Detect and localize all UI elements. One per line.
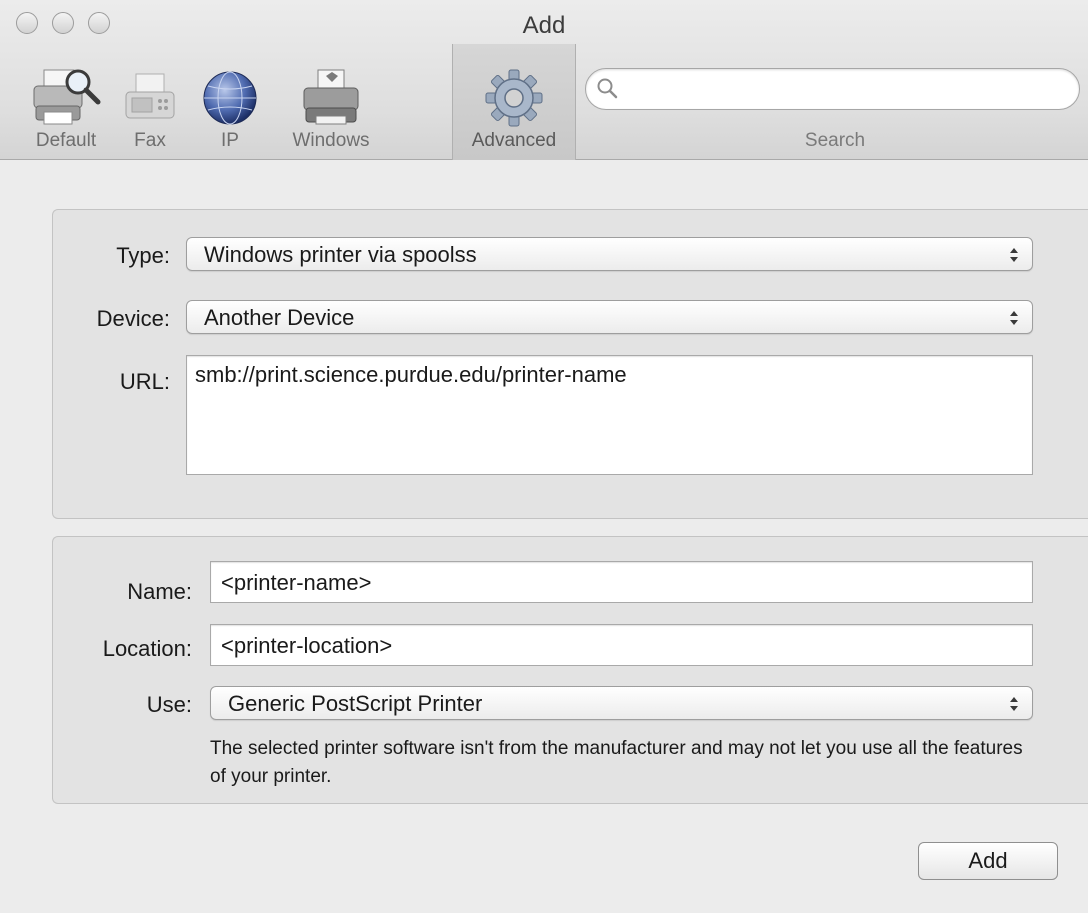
name-field[interactable]: <printer-name> (210, 561, 1033, 603)
toolbar-windows-label: Windows (292, 130, 370, 151)
use-label: Use: (146, 692, 192, 717)
toolbar-ip-label: IP (221, 130, 239, 151)
type-popup[interactable]: Windows printer via spoolss (186, 237, 1033, 271)
device-value: Another Device (204, 305, 355, 330)
magnifier-icon (597, 78, 618, 99)
toolbar-windows[interactable]: Windows (292, 68, 370, 151)
toolbar-default[interactable]: Default (28, 68, 104, 151)
globe-icon (203, 71, 257, 125)
use-popup[interactable]: Generic PostScript Printer (210, 686, 1033, 720)
type-value: Windows printer via spoolss (204, 242, 477, 267)
name-label: Name: (127, 579, 192, 604)
location-field[interactable]: <printer-location> (210, 624, 1033, 666)
url-field[interactable]: smb://print.science.purdue.edu/printer-n… (186, 355, 1033, 475)
search-label: Search (804, 130, 866, 151)
toolbar-default-label: Default (35, 130, 97, 151)
gear-icon (485, 69, 543, 127)
up-down-arrows-icon (1010, 697, 1018, 711)
device-label: Device: (96, 306, 170, 331)
location-label: Location: (102, 636, 192, 661)
type-label: Type: (116, 243, 170, 268)
url-value: smb://print.science.purdue.edu/printer-n… (195, 362, 627, 387)
search-field[interactable] (585, 68, 1080, 110)
up-down-arrows-icon (1010, 311, 1018, 325)
device-popup[interactable]: Another Device (186, 300, 1033, 334)
window-title: Add (522, 12, 566, 39)
name-value: <printer-name> (221, 570, 372, 595)
windows-printer-icon (303, 69, 359, 125)
toolbar-advanced[interactable]: Advanced (472, 68, 556, 151)
location-value: <printer-location> (221, 633, 393, 658)
up-down-arrows-icon (1010, 248, 1018, 262)
search-input[interactable] (626, 75, 1066, 103)
default-printer-icon (33, 69, 101, 125)
toolbar-advanced-label: Advanced (471, 130, 557, 151)
url-label: URL: (119, 369, 170, 394)
toolbar-ip[interactable]: IP (200, 68, 260, 151)
add-button[interactable]: Add (918, 842, 1058, 880)
fax-icon (125, 73, 175, 119)
title-toolbar: Add Default Fax IP Windows Advanced Sear… (0, 0, 1088, 160)
toolbar-fax-label: Fax (134, 130, 166, 151)
driver-warning-note: The selected printer software isn't from… (210, 738, 1023, 787)
toolbar-fax[interactable]: Fax (120, 68, 180, 151)
add-printer-window: Add Default Fax IP Windows Advanced Sear… (0, 0, 1088, 913)
use-value: Generic PostScript Printer (228, 691, 483, 716)
